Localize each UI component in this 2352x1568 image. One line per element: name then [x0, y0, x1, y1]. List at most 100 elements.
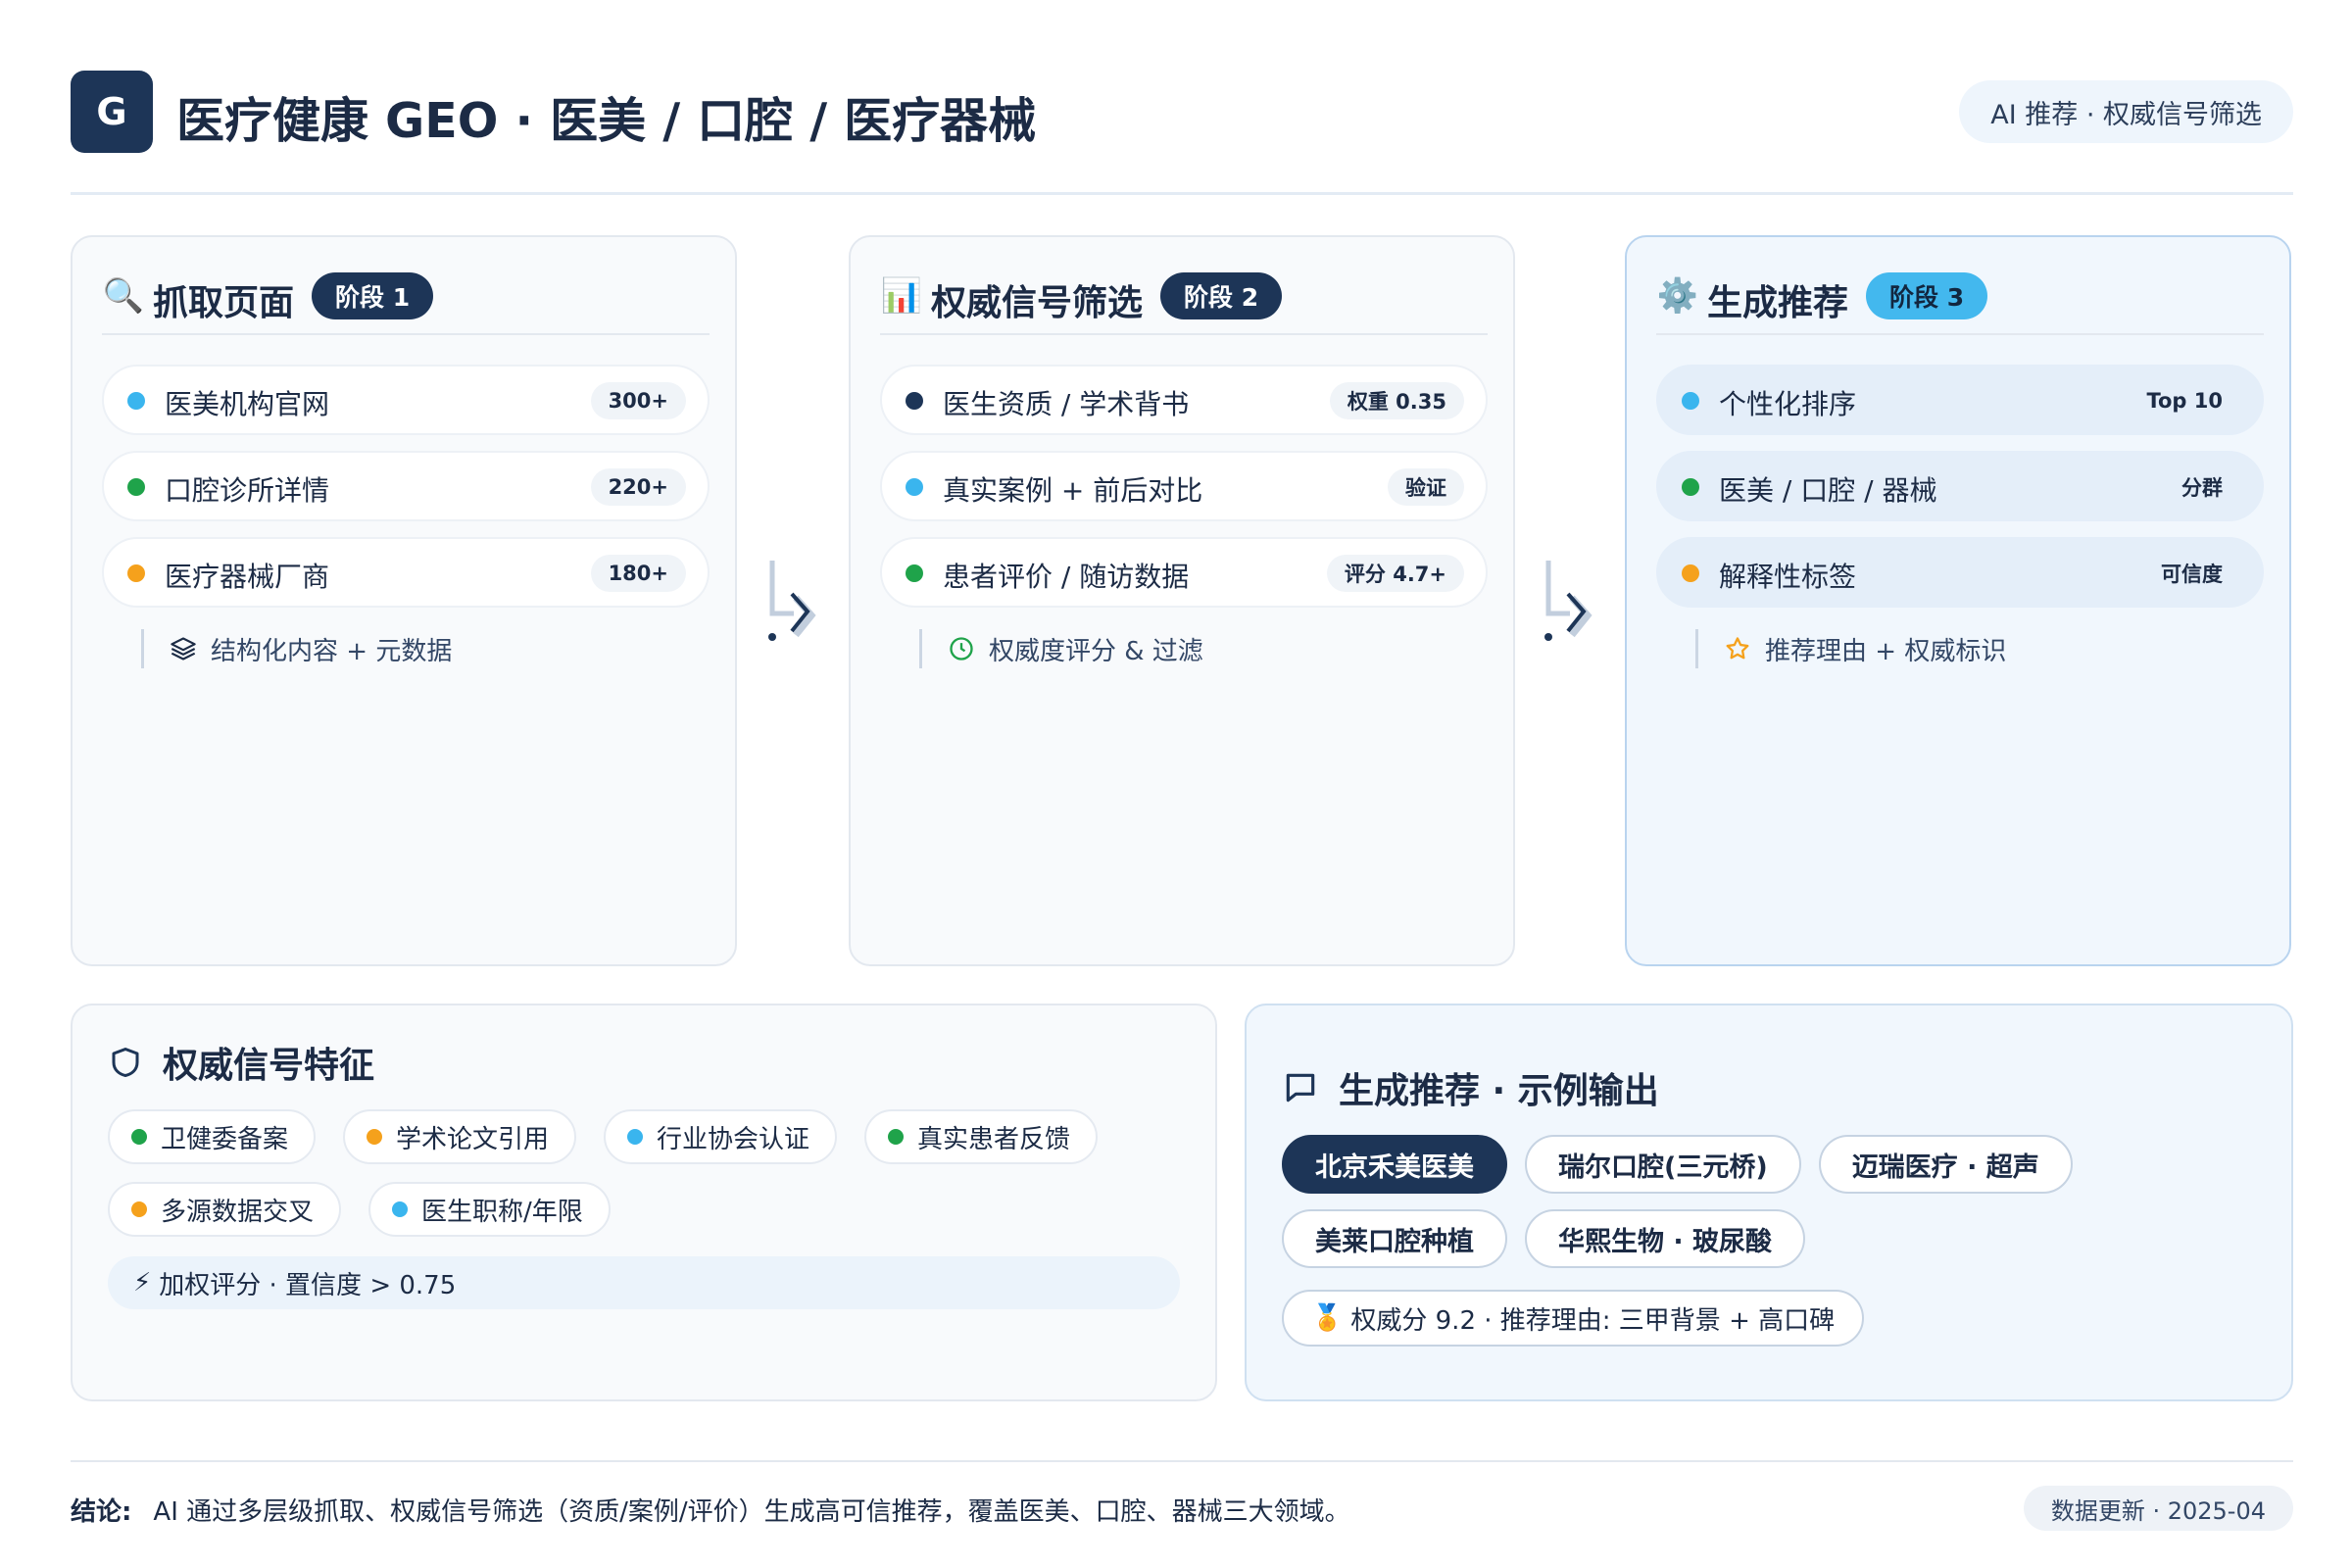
signal-chip: 行业协会认证 [604, 1109, 838, 1164]
rank-badge: Top 10 [2146, 389, 2223, 413]
list-item-label: 解释性标签 [1719, 561, 1857, 593]
signal-chip: 卫健委备案 [108, 1109, 317, 1164]
list-item: 医美 / 口腔 / 器械 分群 [1656, 451, 2264, 521]
stage-note: 结构化内容 + 元数据 [141, 629, 452, 668]
list-item-label: 真实案例 + 前后对比 [943, 474, 1203, 507]
signal-chip-label: 医生职称/年限 [421, 1197, 583, 1227]
list-item: 口腔诊所详情 220+ [102, 451, 710, 521]
chat-bubble-icon [1286, 1073, 1315, 1102]
card-title: 生成推荐 · 示例输出 [1339, 1071, 1659, 1111]
stage-header: ⚙️ 生成推荐 阶段 3 [1656, 270, 2264, 335]
signal-chip: 真实患者反馈 [864, 1109, 1099, 1164]
list-item-label: 医疗器械厂商 [165, 561, 330, 593]
status-dot [1682, 392, 1699, 410]
stage-title: 生成推荐 [1707, 283, 1849, 323]
card-title: 权威信号特征 [163, 1046, 375, 1086]
count-badge: 180+ [590, 555, 686, 592]
stage-pill: 阶段 3 [1866, 272, 1988, 319]
authority-score-text: 权威分 9.2 · 推荐理由: 三甲背景 + 高口碑 [1350, 1305, 1836, 1336]
list-item: 解释性标签 可信度 [1656, 537, 2264, 608]
stage-card-filter: 📊 权威信号筛选 阶段 2 医生资质 / 学术背书 权重 0.35 真实案例 +… [849, 235, 1515, 966]
bar-chart-icon: 📊 [880, 276, 923, 316]
signal-chip-label: 行业协会认证 [657, 1124, 810, 1154]
recommendation-chip[interactable]: 瑞尔口腔(三元桥) [1525, 1135, 1801, 1194]
status-dot [906, 564, 923, 582]
star-icon [1726, 637, 1749, 660]
stage-note: 推荐理由 + 权威标识 [1695, 629, 2006, 668]
stage-note-text: 权威度评分 & 过滤 [989, 636, 1203, 666]
header-badge: AI 推荐 · 权威信号筛选 [1959, 80, 2293, 143]
count-badge: 220+ [590, 468, 686, 506]
flow-arrow-icon [768, 561, 816, 641]
status-dot [1682, 564, 1699, 582]
authority-score-badge: 🏅 权威分 9.2 · 推荐理由: 三甲背景 + 高口碑 [1282, 1290, 1865, 1347]
recommendation-chip[interactable]: 美莱口腔种植 [1282, 1209, 1507, 1268]
recommendation-chip[interactable]: 迈瑞医疗 · 超声 [1818, 1135, 2073, 1194]
authority-signals-card: 权威信号特征 卫健委备案 学术论文引用 行业协会认证 真实患者反馈 多源数据交叉… [71, 1004, 1217, 1401]
group-badge: 分群 [2181, 476, 2223, 500]
list-item: 真实案例 + 前后对比 验证 [880, 451, 1488, 521]
stage-note: 权威度评分 & 过滤 [919, 629, 1203, 668]
recommendation-chip-list: 北京禾美医美 瑞尔口腔(三元桥) 迈瑞医疗 · 超声 美莱口腔种植 华熙生物 ·… [1282, 1135, 2262, 1284]
list-item-label: 医美 / 口腔 / 器械 [1719, 474, 1937, 507]
status-dot [131, 1201, 147, 1217]
example-output-card: 生成推荐 · 示例输出 北京禾美医美 瑞尔口腔(三元桥) 迈瑞医疗 · 超声 美… [1245, 1004, 2293, 1401]
magnifier-icon: 🔍 [102, 276, 145, 316]
status-dot [906, 478, 923, 496]
status-dot [131, 1129, 147, 1145]
list-item: 患者评价 / 随访数据 评分 4.7+ [880, 537, 1488, 608]
list-item-label: 医美机构官网 [165, 388, 330, 420]
flow-arrow-icon [1544, 561, 1592, 641]
status-dot [127, 392, 145, 410]
lightning-icon: ⚡ [133, 1268, 152, 1298]
rating-badge: 评分 4.7+ [1326, 555, 1464, 592]
header-divider [71, 192, 2293, 195]
stage-card-crawl: 🔍 抓取页面 阶段 1 医美机构官网 300+ 口腔诊所详情 220+ 医疗器械… [71, 235, 737, 966]
status-dot [906, 392, 923, 410]
stage-card-generate: ⚙️ 生成推荐 阶段 3 个性化排序 Top 10 医美 / 口腔 / 器械 分… [1625, 235, 2291, 966]
card-header: 生成推荐 · 示例输出 [1282, 1062, 1659, 1113]
layers-icon [171, 637, 196, 661]
stage-title: 权威信号筛选 [931, 283, 1144, 323]
signal-chip-label: 卫健委备案 [161, 1124, 289, 1154]
list-item: 医生资质 / 学术背书 权重 0.35 [880, 365, 1488, 435]
stage-header: 🔍 抓取页面 阶段 1 [102, 270, 710, 335]
recommendation-chip-selected[interactable]: 北京禾美医美 [1282, 1135, 1507, 1194]
signal-chip: 学术论文引用 [343, 1109, 577, 1164]
verify-badge: 验证 [1388, 468, 1464, 506]
gear-icon: ⚙️ [1656, 276, 1699, 316]
list-item: 医美机构官网 300+ [102, 365, 710, 435]
conclusion-text: AI 通过多层级抓取、权威信号筛选（资质/案例/评价）生成高可信推荐，覆盖医美、… [153, 1497, 1350, 1527]
shield-icon [112, 1048, 139, 1077]
weighted-score-bar: ⚡ 加权评分 · 置信度 > 0.75 [108, 1256, 1180, 1309]
conclusion: 结论: AI 通过多层级抓取、权威信号筛选（资质/案例/评价）生成高可信推荐，覆盖… [71, 1492, 1350, 1528]
conclusion-label: 结论: [71, 1497, 132, 1527]
clock-icon [950, 637, 973, 661]
header: G 医疗健康 GEO · 医美 / 口腔 / 医疗器械 AI 推荐 · 权威信号… [71, 71, 2293, 153]
logo: G [71, 71, 153, 153]
count-badge: 300+ [590, 382, 686, 419]
status-dot [888, 1129, 905, 1145]
footer-divider [71, 1460, 2293, 1462]
signal-chip: 多源数据交叉 [108, 1182, 342, 1237]
list-item-label: 医生资质 / 学术背书 [943, 388, 1190, 420]
recommendation-chip[interactable]: 华熙生物 · 玻尿酸 [1525, 1209, 1806, 1268]
stage-pill: 阶段 1 [312, 272, 434, 319]
list-item-label: 患者评价 / 随访数据 [943, 561, 1190, 593]
status-dot [392, 1201, 409, 1217]
signal-chip-label: 真实患者反馈 [917, 1124, 1071, 1154]
status-dot [627, 1129, 644, 1145]
weight-badge: 权重 0.35 [1329, 382, 1464, 419]
status-dot [1682, 478, 1699, 496]
list-item-label: 个性化排序 [1719, 388, 1857, 420]
trust-badge: 可信度 [2161, 563, 2223, 586]
status-dot [127, 478, 145, 496]
signal-chip-label: 学术论文引用 [396, 1124, 550, 1154]
status-dot [127, 564, 145, 582]
medal-icon: 🏅 [1311, 1303, 1344, 1333]
signal-chip: 医生职称/年限 [368, 1182, 611, 1237]
stage-note-text: 结构化内容 + 元数据 [211, 636, 453, 666]
stage-header: 📊 权威信号筛选 阶段 2 [880, 270, 1488, 335]
stage-note-text: 推荐理由 + 权威标识 [1765, 636, 2007, 666]
weighted-score-text: 加权评分 · 置信度 > 0.75 [159, 1270, 457, 1300]
